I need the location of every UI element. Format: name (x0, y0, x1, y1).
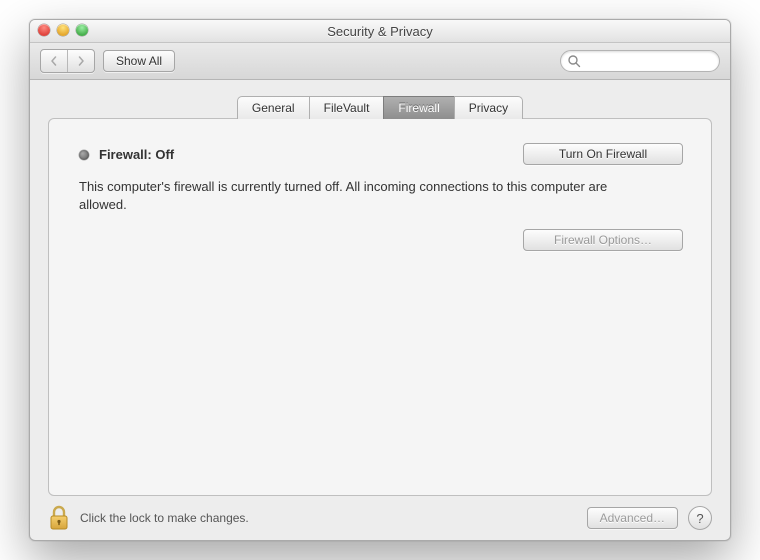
chevron-right-icon (76, 56, 86, 66)
tab-privacy[interactable]: Privacy (454, 96, 523, 119)
lock-hint-text: Click the lock to make changes. (80, 511, 249, 525)
firewall-status-label: Firewall: Off (99, 147, 174, 162)
tab-general[interactable]: General (237, 96, 310, 119)
window-title: Security & Privacy (30, 24, 730, 39)
lock-icon (48, 505, 70, 531)
toolbar: Show All (30, 43, 730, 80)
lock-button[interactable] (48, 505, 70, 531)
status-indicator-icon (79, 150, 89, 160)
search-icon (567, 54, 581, 71)
close-icon[interactable] (38, 24, 50, 36)
minimize-icon[interactable] (57, 24, 69, 36)
chevron-left-icon (49, 56, 59, 66)
traffic-lights (38, 24, 88, 36)
firewall-panel: Firewall: Off This computer's firewall i… (48, 118, 712, 496)
tab-firewall[interactable]: Firewall (383, 96, 454, 119)
tab-filevault[interactable]: FileVault (309, 96, 385, 119)
footer: Click the lock to make changes. Advanced… (30, 496, 730, 540)
help-button[interactable]: ? (688, 506, 712, 530)
search-input[interactable] (560, 50, 720, 72)
advanced-button[interactable]: Advanced… (587, 507, 678, 529)
titlebar: Security & Privacy (30, 20, 730, 43)
turn-on-firewall-button[interactable]: Turn On Firewall (523, 143, 683, 165)
zoom-icon[interactable] (76, 24, 88, 36)
show-all-button[interactable]: Show All (103, 50, 175, 72)
forward-button[interactable] (68, 50, 94, 72)
content-area: General FileVault Firewall Privacy Firew… (30, 80, 730, 496)
preferences-window: Security & Privacy Show All General File… (29, 19, 731, 541)
firewall-options-button[interactable]: Firewall Options… (523, 229, 683, 251)
nav-segmented (40, 49, 95, 73)
back-button[interactable] (41, 50, 68, 72)
search-field-wrap (560, 50, 720, 72)
tabs: General FileVault Firewall Privacy (48, 96, 712, 119)
firewall-status-description: This computer's firewall is currently tu… (79, 178, 619, 213)
